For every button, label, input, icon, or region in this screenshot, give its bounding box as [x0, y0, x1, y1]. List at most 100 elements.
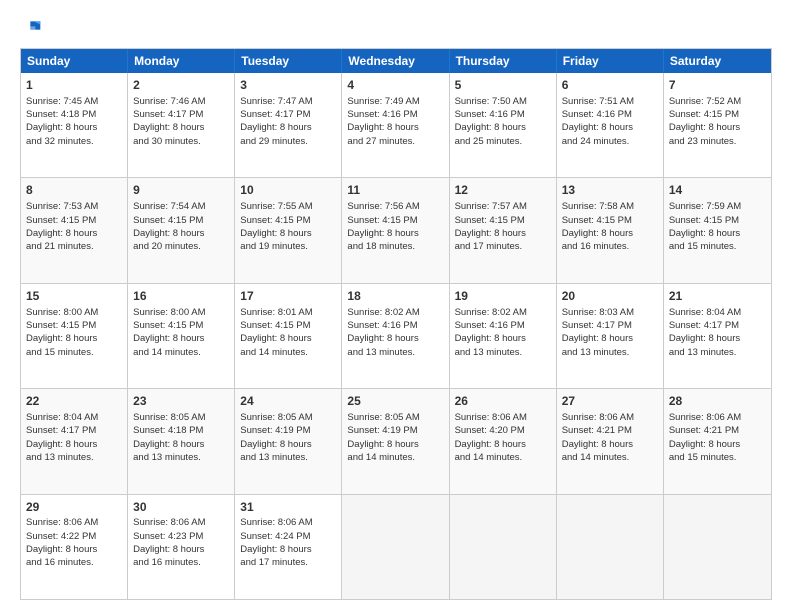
- calendar: SundayMondayTuesdayWednesdayThursdayFrid…: [20, 48, 772, 600]
- day-info: and 19 minutes.: [240, 241, 308, 252]
- day-info: Sunset: 4:18 PM: [133, 425, 203, 436]
- day-info: and 25 minutes.: [455, 136, 523, 147]
- day-cell-24: 24 Sunrise: 8:05 AM Sunset: 4:19 PM Dayligh…: [235, 389, 342, 493]
- day-info: Sunset: 4:20 PM: [455, 425, 525, 436]
- day-info: Sunset: 4:15 PM: [26, 320, 96, 331]
- day-info: Sunset: 4:18 PM: [26, 109, 96, 120]
- day-cell-16: 16Sunrise: 8:00 AMSunset: 4:15 PMDayligh…: [128, 284, 235, 388]
- day-info: and 15 minutes.: [669, 241, 737, 252]
- day-info: Daylight: 8 hours: [669, 333, 740, 344]
- empty-cell: [664, 495, 771, 599]
- day-info: and 14 minutes.: [240, 347, 308, 358]
- day-info: Daylight: 8 hours: [347, 333, 418, 344]
- calendar-week-1: 1Sunrise: 7:45 AMSunset: 4:18 PMDaylight…: [21, 73, 771, 178]
- day-info: and 16 minutes.: [26, 557, 94, 568]
- day-cell-4: 4Sunrise: 7:49 AMSunset: 4:16 PMDaylight…: [342, 73, 449, 177]
- day-info: and 24 minutes.: [562, 136, 630, 147]
- calendar-header: SundayMondayTuesdayWednesdayThursdayFrid…: [21, 49, 771, 73]
- day-info: Sunset: 4:23 PM: [133, 531, 203, 542]
- day-cell-13: 13Sunrise: 7:58 AMSunset: 4:15 PMDayligh…: [557, 178, 664, 282]
- day-info: Sunrise: 8:03 AM: [562, 307, 634, 318]
- day-cell-3: 3Sunrise: 7:47 AMSunset: 4:17 PMDaylight…: [235, 73, 342, 177]
- day-info: Daylight: 8 hours: [455, 122, 526, 133]
- header-day-friday: Friday: [557, 49, 664, 73]
- day-info: and 14 minutes.: [347, 452, 415, 463]
- day-info: and 14 minutes.: [133, 347, 201, 358]
- day-info: Sunset: 4:15 PM: [669, 109, 739, 120]
- day-number: 27: [562, 393, 658, 410]
- day-number: 15: [26, 288, 122, 305]
- day-info: Daylight: 8 hours: [562, 122, 633, 133]
- day-info: Sunrise: 7:53 AM: [26, 201, 98, 212]
- day-info: Sunset: 4:21 PM: [669, 425, 739, 436]
- day-info: Sunrise: 8:00 AM: [133, 307, 205, 318]
- day-info: Sunset: 4:19 PM: [347, 425, 417, 436]
- day-info: Sunrise: 7:56 AM: [347, 201, 419, 212]
- day-cell-21: 21Sunrise: 8:04 AMSunset: 4:17 PMDayligh…: [664, 284, 771, 388]
- day-cell-27: 27Sunrise: 8:06 AMSunset: 4:21 PMDayligh…: [557, 389, 664, 493]
- day-info: Sunset: 4:16 PM: [347, 109, 417, 120]
- day-cell-12: 12Sunrise: 7:57 AMSunset: 4:15 PMDayligh…: [450, 178, 557, 282]
- day-info: and 13 minutes.: [669, 347, 737, 358]
- day-cell-31: 31Sunrise: 8:06 AMSunset: 4:24 PMDayligh…: [235, 495, 342, 599]
- day-info: Daylight: 8 hours: [133, 333, 204, 344]
- day-info: Sunrise: 7:50 AM: [455, 96, 527, 107]
- day-info: Sunset: 4:15 PM: [133, 215, 203, 226]
- day-info: Sunrise: 8:05 AM: [347, 412, 419, 423]
- day-info: Sunrise: 8:04 AM: [26, 412, 98, 423]
- day-number: 29: [26, 499, 122, 516]
- day-info: Daylight: 8 hours: [240, 122, 311, 133]
- day-number: 26: [455, 393, 551, 410]
- day-info: and 13 minutes.: [347, 347, 415, 358]
- day-cell-22: 22Sunrise: 8:04 AMSunset: 4:17 PMDayligh…: [21, 389, 128, 493]
- day-cell-15: 15Sunrise: 8:00 AMSunset: 4:15 PMDayligh…: [21, 284, 128, 388]
- day-number: 8: [26, 182, 122, 199]
- day-info: Daylight: 8 hours: [455, 439, 526, 450]
- day-info: and 23 minutes.: [669, 136, 737, 147]
- day-info: Daylight: 8 hours: [240, 439, 311, 450]
- day-info: Sunset: 4:24 PM: [240, 531, 310, 542]
- day-info: and 17 minutes.: [455, 241, 523, 252]
- day-number: 3: [240, 77, 336, 94]
- day-cell-29: 29Sunrise: 8:06 AMSunset: 4:22 PMDayligh…: [21, 495, 128, 599]
- day-info: Daylight: 8 hours: [26, 122, 97, 133]
- empty-cell: [557, 495, 664, 599]
- day-info: Sunset: 4:16 PM: [562, 109, 632, 120]
- header-day-tuesday: Tuesday: [235, 49, 342, 73]
- day-info: Daylight: 8 hours: [26, 544, 97, 555]
- day-info: Sunset: 4:22 PM: [26, 531, 96, 542]
- day-info: Daylight: 8 hours: [133, 544, 204, 555]
- day-info: Sunset: 4:17 PM: [562, 320, 632, 331]
- day-info: Sunrise: 8:04 AM: [669, 307, 741, 318]
- day-info: and 21 minutes.: [26, 241, 94, 252]
- day-info: Daylight: 8 hours: [240, 228, 311, 239]
- day-cell-10: 10Sunrise: 7:55 AMSunset: 4:15 PMDayligh…: [235, 178, 342, 282]
- day-info: Sunset: 4:15 PM: [669, 215, 739, 226]
- day-info: Sunrise: 8:05 AM: [240, 412, 312, 423]
- calendar-week-5: 29Sunrise: 8:06 AMSunset: 4:22 PMDayligh…: [21, 495, 771, 599]
- day-info: Daylight: 8 hours: [240, 544, 311, 555]
- day-info: and 17 minutes.: [240, 557, 308, 568]
- day-number: 4: [347, 77, 443, 94]
- day-info: Sunrise: 7:57 AM: [455, 201, 527, 212]
- day-number: 24: [240, 393, 336, 410]
- day-info: and 13 minutes.: [133, 452, 201, 463]
- day-cell-6: 6Sunrise: 7:51 AMSunset: 4:16 PMDaylight…: [557, 73, 664, 177]
- day-info: Daylight: 8 hours: [347, 439, 418, 450]
- day-info: and 13 minutes.: [26, 452, 94, 463]
- day-info: Sunrise: 8:02 AM: [347, 307, 419, 318]
- day-info: Sunset: 4:16 PM: [455, 109, 525, 120]
- day-cell-28: 28Sunrise: 8:06 AMSunset: 4:21 PMDayligh…: [664, 389, 771, 493]
- day-number: 7: [669, 77, 766, 94]
- day-cell-7: 7Sunrise: 7:52 AMSunset: 4:15 PMDaylight…: [664, 73, 771, 177]
- day-info: Sunrise: 7:58 AM: [562, 201, 634, 212]
- day-info: Daylight: 8 hours: [133, 228, 204, 239]
- day-info: Daylight: 8 hours: [26, 439, 97, 450]
- day-info: Sunset: 4:19 PM: [240, 425, 310, 436]
- day-number: 23: [133, 393, 229, 410]
- header-day-wednesday: Wednesday: [342, 49, 449, 73]
- logo-icon: [22, 18, 42, 38]
- day-info: Sunrise: 8:05 AM: [133, 412, 205, 423]
- day-cell-14: 14Sunrise: 7:59 AMSunset: 4:15 PMDayligh…: [664, 178, 771, 282]
- day-info: and 29 minutes.: [240, 136, 308, 147]
